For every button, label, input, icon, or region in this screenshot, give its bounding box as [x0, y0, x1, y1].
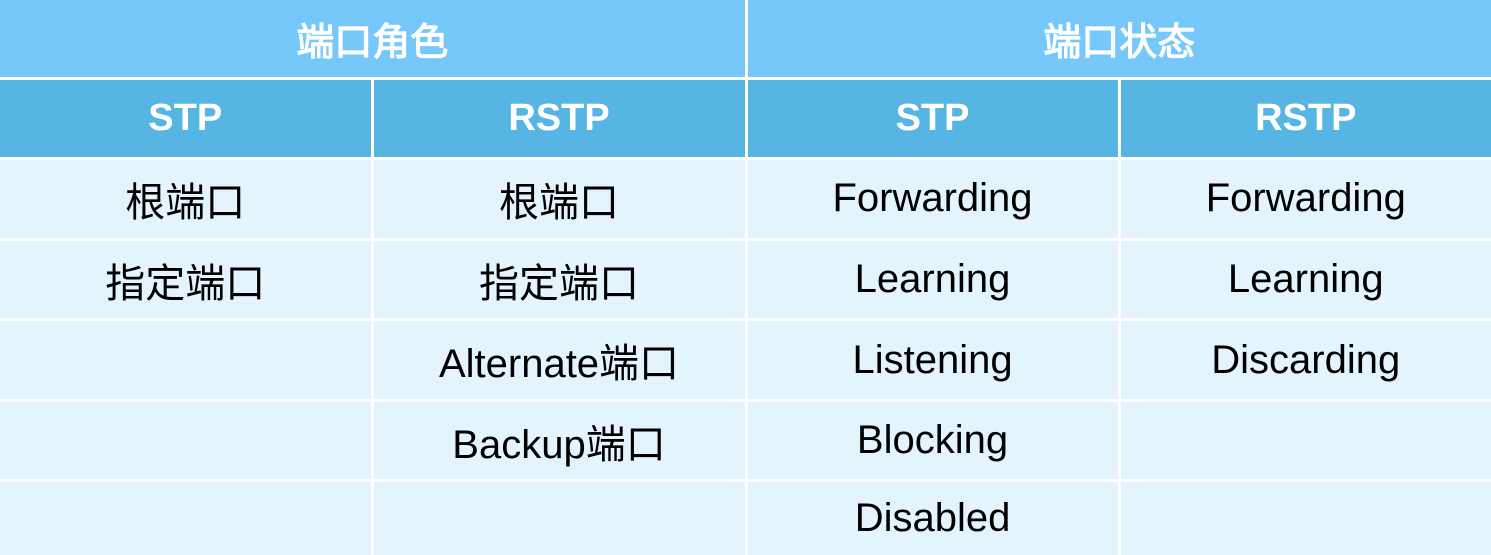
- sub-header-state-rstp: RSTP: [1117, 76, 1491, 161]
- sub-header-role-rstp: RSTP: [370, 76, 748, 161]
- table-row: Disabled: [0, 479, 1491, 555]
- table-cell: Forwarding: [1117, 157, 1491, 241]
- table-cell: Learning: [1117, 237, 1491, 322]
- group-header-port-state: 端口状态: [744, 0, 1491, 80]
- table-cell: [0, 479, 374, 555]
- port-role-state-table: 端口角色 端口状态 STP RSTP STP RSTP 根端口 根端口 Forw…: [0, 0, 1491, 555]
- table-cell: Learning: [744, 237, 1121, 322]
- table-cell: [0, 318, 374, 402]
- table-cell: [1117, 479, 1491, 555]
- table-cell: Alternate端口: [370, 318, 748, 402]
- sub-header-role-stp: STP: [0, 76, 374, 161]
- table-cell: Disabled: [744, 479, 1121, 555]
- sub-header-state-stp: STP: [744, 76, 1121, 161]
- table-row: Backup端口 Blocking: [0, 398, 1491, 483]
- table-row: 根端口 根端口 Forwarding Forwarding: [0, 157, 1491, 241]
- table-cell: Discarding: [1117, 318, 1491, 402]
- table-cell: 指定端口: [0, 237, 374, 322]
- table-row: Alternate端口 Listening Discarding: [0, 318, 1491, 402]
- sub-header-row: STP RSTP STP RSTP: [0, 76, 1491, 161]
- table-cell: [0, 398, 374, 483]
- table-cell: Listening: [744, 318, 1121, 402]
- table-cell: [1117, 398, 1491, 483]
- table-cell: 根端口: [370, 157, 748, 241]
- table-cell: [370, 479, 748, 555]
- group-header-port-role: 端口角色: [0, 0, 748, 80]
- table-cell: 指定端口: [370, 237, 748, 322]
- table-cell: Forwarding: [744, 157, 1121, 241]
- table-cell: Backup端口: [370, 398, 748, 483]
- table-cell: 根端口: [0, 157, 374, 241]
- table-cell: Blocking: [744, 398, 1121, 483]
- table-row: 指定端口 指定端口 Learning Learning: [0, 237, 1491, 322]
- group-header-row: 端口角色 端口状态: [0, 0, 1491, 80]
